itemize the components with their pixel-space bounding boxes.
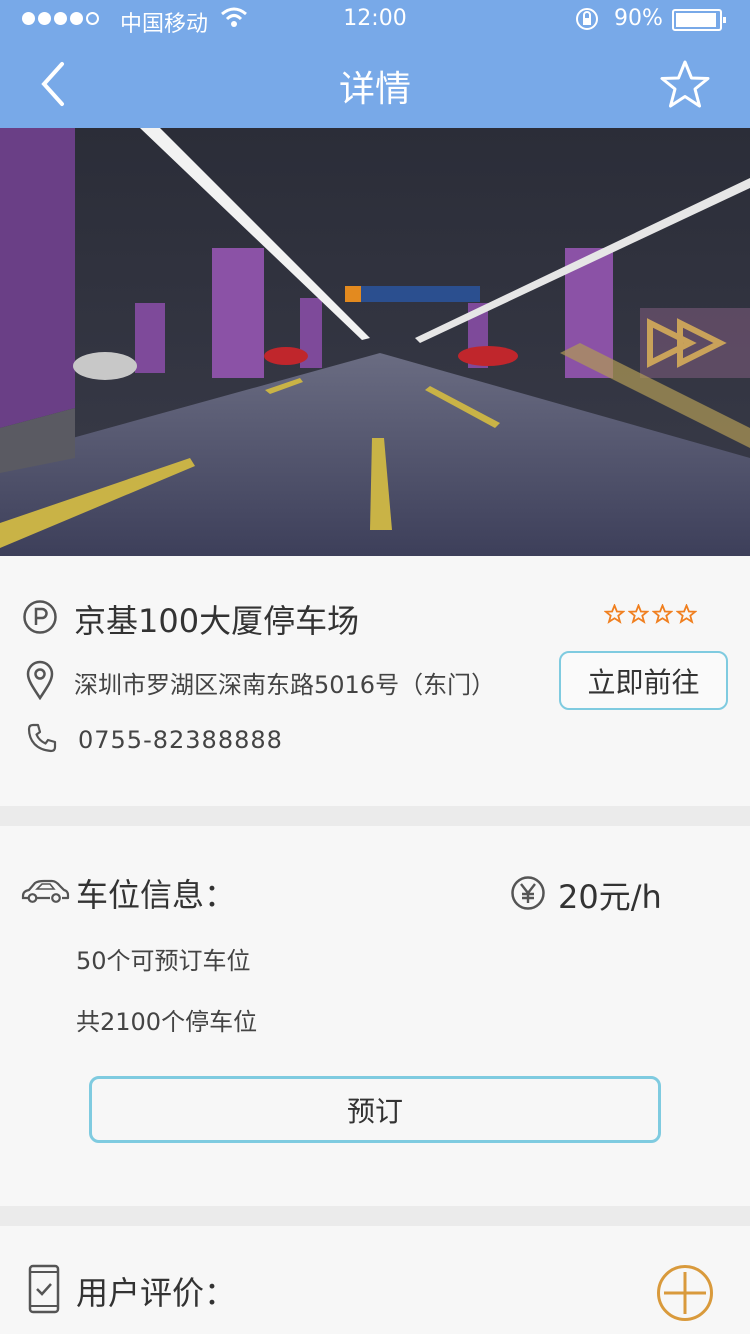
total-spots: 共2100个停车位 [76,1008,258,1036]
star-outline-icon [660,60,710,108]
rotation-lock-icon [574,6,600,38]
reviews-title: 用户评价： [76,1274,237,1312]
price-row: 20元/h [510,872,662,918]
plus-circle-icon [657,1265,713,1321]
nav-bar: 详情 [0,40,750,128]
lot-name: 京基100大厦停车场 [74,602,360,640]
phone-icon [26,722,58,758]
star-icon [628,604,649,624]
star-icon [676,604,697,624]
phone-review-icon [28,1264,60,1318]
reservable-spots: 50个可预订车位 [76,947,251,975]
lot-phone: 0755-82388888 [78,726,283,754]
add-review-button[interactable] [656,1264,714,1322]
reviews-header: 用户评价： [28,1264,236,1318]
navigate-now-button[interactable]: 立即前往 [559,651,728,710]
yuan-icon [510,875,546,915]
location-pin-icon [26,660,54,704]
parking-icon [22,599,58,639]
spot-info-title: 车位信息： [76,876,237,914]
lot-address: 深圳市罗湖区深南东路5016号（东门） [74,670,496,699]
battery-percent: 90% [614,6,663,31]
battery-icon [672,9,726,31]
rating-stars [604,604,697,624]
status-bar: 中国移动 12:00 90% [0,0,750,40]
address-row: 深圳市罗湖区深南东路5016号（东门） [26,660,495,704]
star-icon [604,604,625,624]
spot-info-header: 车位信息： [20,870,236,916]
parking-lot-photo [0,128,750,556]
hourly-price: 20元/h [558,878,662,916]
lot-name-row: 京基100大厦停车场 [22,596,359,642]
star-icon [652,604,673,624]
car-icon [20,877,70,909]
phone-row[interactable]: 0755-82388888 [26,722,283,758]
favorite-button[interactable] [656,58,714,112]
book-button[interactable]: 预订 [89,1076,661,1143]
page-title: 详情 [338,69,411,110]
